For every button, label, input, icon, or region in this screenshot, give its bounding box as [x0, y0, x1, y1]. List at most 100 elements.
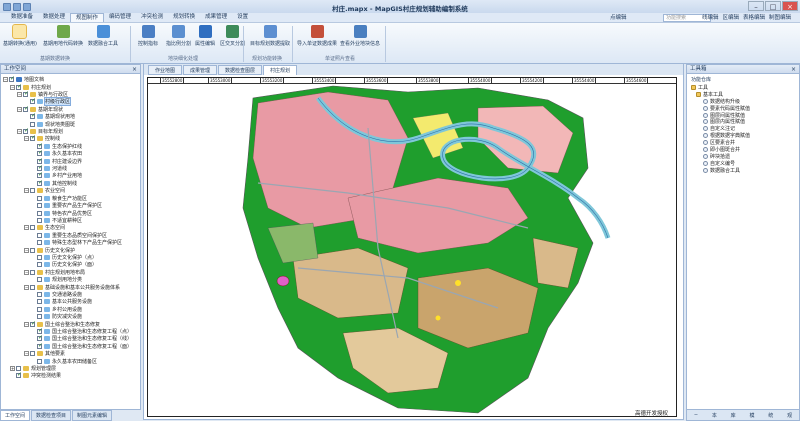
layer-checkbox[interactable]: [30, 188, 35, 194]
toolbox-tool-button[interactable]: 观: [787, 412, 792, 419]
layer-tree-item[interactable]: 村庄建设边界: [3, 157, 138, 165]
layer-tree-item[interactable]: − 基础设施和基本公共服务设施体系: [3, 283, 138, 291]
tool-item[interactable]: 即小图斑合并: [691, 146, 797, 153]
expand-toggle[interactable]: −: [17, 92, 22, 98]
expand-toggle[interactable]: −: [24, 284, 29, 290]
menu-tab[interactable]: 规划转换: [168, 13, 200, 22]
layer-tree-item[interactable]: 冲突检测结果: [3, 371, 138, 379]
tool-item[interactable]: 自定义注记: [691, 125, 797, 132]
expand-toggle[interactable]: +: [10, 366, 15, 372]
layer-tree-item[interactable]: − 村庄规划用地布局: [3, 269, 138, 276]
layer-tree-item[interactable]: − 农业空间: [3, 187, 138, 194]
view-field-button[interactable]: 查看外业地块信息: [340, 25, 380, 47]
layer-tree-item[interactable]: 基期现状用地: [3, 112, 138, 120]
expand-toggle[interactable]: −: [24, 136, 29, 142]
layer-checkbox[interactable]: [23, 105, 29, 112]
tab-data-check[interactable]: 数据检查项目: [31, 410, 72, 421]
layer-tree-item[interactable]: − 历史文化保护: [3, 246, 138, 254]
maximize-button[interactable]: □: [765, 1, 781, 11]
layer-tree-item[interactable]: − 镇界与行政区: [3, 90, 138, 98]
edit-tab[interactable]: 点编辑: [604, 14, 633, 22]
layer-tree-item[interactable]: 河道线: [3, 164, 138, 172]
expand-toggle[interactable]: −: [24, 269, 29, 275]
toolbox-tool-button[interactable]: 统: [768, 412, 773, 419]
layer-tree-item[interactable]: − 其他要素: [3, 350, 138, 357]
tool-item[interactable]: 碎块拾遗: [691, 153, 797, 160]
tab-results[interactable]: 成果管理: [183, 65, 218, 75]
layer-checkbox[interactable]: [37, 314, 42, 320]
attribute-edit-button[interactable]: 属性编辑: [195, 25, 215, 47]
layer-tree-item[interactable]: 国土综合整治和生态修复工程（点）: [3, 327, 138, 335]
layer-checkbox[interactable]: [37, 262, 42, 268]
minimize-button[interactable]: –: [748, 1, 764, 11]
tab-village-plan[interactable]: 村庄规划: [263, 65, 298, 75]
layer-tree-item[interactable]: 特殊生态型林下产品生产保护区: [3, 239, 138, 246]
layer-tree-item[interactable]: 历史文化保护（面）: [3, 261, 138, 268]
edit-tab[interactable]: 制图编辑: [767, 14, 793, 22]
layer-checkbox[interactable]: [37, 299, 42, 305]
layer-checkbox[interactable]: [37, 334, 43, 342]
tab-carto-edit[interactable]: 制图元素编辑: [72, 410, 113, 421]
menu-tab-active[interactable]: 规图制作: [70, 13, 105, 22]
layer-checkbox[interactable]: [37, 210, 42, 216]
menu-tab[interactable]: 成果管理: [200, 13, 232, 22]
layer-checkbox[interactable]: [30, 225, 35, 231]
tool-item[interactable]: 图层间属性赋值: [691, 112, 797, 119]
toolbox-tool-button[interactable]: 模: [749, 412, 754, 419]
layer-checkbox[interactable]: [16, 83, 22, 90]
layer-checkbox[interactable]: [16, 366, 21, 372]
layer-checkbox[interactable]: [37, 149, 43, 157]
expand-toggle[interactable]: −: [10, 84, 15, 90]
layer-checkbox[interactable]: [37, 164, 43, 172]
menu-tab[interactable]: 数据准备: [6, 13, 38, 22]
layer-checkbox[interactable]: [30, 351, 35, 357]
tool-item[interactable]: 自定义编号: [691, 160, 797, 167]
layer-checkbox[interactable]: [37, 179, 43, 186]
tool-item[interactable]: 图层内属性赋值: [691, 118, 797, 125]
menu-tab[interactable]: 编码管理: [104, 13, 136, 22]
layer-tree-item[interactable]: − 国土综合整治和生态修复: [3, 320, 138, 328]
close-icon[interactable]: ×: [791, 65, 796, 74]
layer-checkbox[interactable]: [16, 371, 22, 379]
layer-tree-item[interactable]: − 目标年规划: [3, 127, 138, 135]
expand-toggle[interactable]: −: [24, 351, 29, 357]
layer-checkbox[interactable]: [37, 157, 43, 164]
edit-tab[interactable]: 表格编辑: [741, 14, 767, 22]
tab-check-layer[interactable]: 数据检查图层: [218, 65, 263, 75]
tab-work-map[interactable]: 作业地图: [148, 65, 183, 75]
tool-folder[interactable]: 基本工具: [691, 91, 797, 98]
import-result-button[interactable]: 导入单证数据成果: [297, 25, 337, 47]
layer-tree-item[interactable]: − 地图文档: [3, 75, 138, 83]
layer-checkbox[interactable]: [30, 112, 36, 120]
layer-tree-item[interactable]: 国土综合整治和生态修复工程（面）: [3, 342, 138, 350]
expand-toggle[interactable]: −: [3, 77, 8, 83]
layer-checkbox[interactable]: [37, 232, 42, 238]
tool-folder[interactable]: 工具: [691, 84, 797, 91]
layer-checkbox[interactable]: [30, 247, 35, 253]
layer-tree-item[interactable]: 乡村产业用地: [3, 171, 138, 179]
cross-split-button[interactable]: 区交叉分割: [220, 25, 245, 47]
code-convert-button[interactable]: 基期用地代码转换: [43, 25, 83, 47]
toolbox-tool-button[interactable]: −: [694, 412, 698, 418]
layer-tree-item[interactable]: 交通道路设施: [3, 291, 138, 298]
layer-checkbox[interactable]: [37, 306, 42, 312]
layer-tree-item[interactable]: − 控制线: [3, 134, 138, 142]
tool-item[interactable]: 要素代码属性赋值: [691, 105, 797, 112]
expand-toggle[interactable]: −: [17, 129, 22, 135]
layer-checkbox[interactable]: [37, 254, 42, 260]
layer-tree-item[interactable]: 永久基本农田: [3, 149, 138, 157]
layer-checkbox[interactable]: [37, 142, 43, 149]
ratio-split-button[interactable]: 指比例分割: [166, 25, 191, 47]
menu-tab[interactable]: 冲突检测: [136, 13, 168, 22]
layer-tree-item[interactable]: 重要生态品质空间保护区: [3, 232, 138, 239]
layer-tree-item[interactable]: 特色农产品优势区: [3, 209, 138, 217]
toolbox-tool-button[interactable]: 本: [712, 412, 717, 419]
target-extract-button[interactable]: 目标规划数据提取: [250, 25, 290, 47]
layer-checkbox[interactable]: [37, 195, 42, 201]
layer-checkbox[interactable]: [9, 75, 15, 83]
layer-checkbox[interactable]: [37, 171, 43, 179]
layer-checkbox[interactable]: [37, 358, 42, 364]
layer-tree-item[interactable]: 永久基本农田储备区: [3, 357, 138, 365]
layer-checkbox[interactable]: [30, 269, 35, 275]
layer-checkbox[interactable]: [30, 121, 35, 127]
